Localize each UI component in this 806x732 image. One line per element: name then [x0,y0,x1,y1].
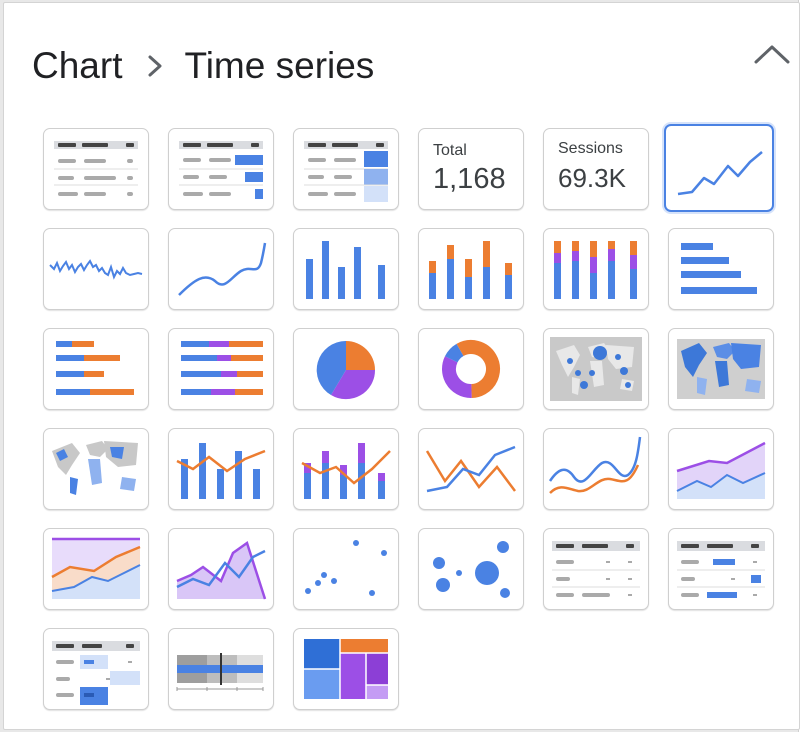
bullet-chart-icon [176,653,264,691]
chart-type-bubble-chart[interactable] [418,528,524,610]
pivot-table-bars-icon [677,541,765,598]
chart-type-area-chart[interactable] [668,428,774,510]
chart-type-sparkline[interactable] [43,228,149,310]
scorecard-value: 69.3K [558,163,626,193]
chart-type-pivot-table-with-bars[interactable] [668,528,774,610]
pivot-table-heatmap-icon [52,641,140,705]
chart-type-pie-chart[interactable] [293,328,399,410]
chart-type-table[interactable] [43,128,149,210]
bubble-chart-icon [433,541,510,598]
stacked-percent-column-chart-icon [554,241,637,299]
scorecard-label: Sessions [558,140,623,157]
stacked-bar-chart-icon [56,341,134,395]
chevron-right-icon [146,53,164,79]
chevron-up-icon [753,43,791,70]
smoothed-line-chart-icon [548,436,642,494]
breadcrumb-current: Time series [184,45,375,86]
donut-chart-icon [441,340,500,398]
combo-chart-icon [176,443,266,499]
chart-type-combo-chart[interactable] [168,428,274,510]
chart-type-pivot-table[interactable] [543,528,649,610]
table-heatmap-icon [304,141,388,202]
pivot-table-icon [552,541,640,597]
area-chart-icon [676,441,766,499]
treemap-icon [304,639,388,699]
chart-type-scorecard-compact[interactable]: Sessions 69.3K [543,128,649,210]
chart-type-pivot-table-with-heatmap[interactable] [43,628,149,710]
stacked-combo-chart-icon [301,443,391,499]
scorecard-value: 1,168 [433,163,506,195]
chart-type-stacked-combo-chart[interactable] [293,428,399,510]
scatter-chart-icon [305,540,387,596]
column-chart-icon [306,241,385,299]
stacked-area-chart-icon [51,537,141,599]
chart-type-bullet-chart[interactable] [168,628,274,710]
line-chart-icon [425,445,516,493]
geo-chart-icon [52,441,138,495]
chart-type-scatter-chart[interactable] [293,528,399,610]
chart-type-donut-chart[interactable] [418,328,524,410]
smoothed-time-series-icon [178,242,267,296]
sparkline-icon [49,259,143,280]
chart-type-smoothed-line-chart[interactable] [543,428,649,510]
chart-type-stacked-area-chart[interactable] [43,528,149,610]
table-icon [54,141,138,196]
scorecard-label: Total [433,142,467,159]
chart-type-stacked-bar-chart[interactable] [43,328,149,410]
chart-type-100-percent-stacked-column-chart[interactable] [543,228,649,310]
chart-type-bar-chart[interactable] [668,228,774,310]
breadcrumb-parent[interactable]: Chart [32,45,122,87]
chart-type-100-percent-stacked-bar-chart[interactable] [168,328,274,410]
chart-type-treemap[interactable] [293,628,399,710]
chart-type-line-chart[interactable] [418,428,524,510]
time-series-icon [677,151,763,196]
filled-map-icon [677,339,765,399]
chart-picker-panel: Chart Time series Total 1,168 Sessions 6… [3,2,800,730]
stacked-percent-bar-chart-icon [181,341,263,395]
stacked-percent-area-chart-icon [176,540,267,600]
chart-type-100-percent-stacked-area-chart[interactable] [168,528,274,610]
chart-type-time-series[interactable] [664,124,774,212]
bubble-map-icon [550,337,642,401]
chart-type-column-chart[interactable] [293,228,399,310]
collapse-button[interactable] [750,39,794,73]
chart-type-table-with-bars[interactable] [168,128,274,210]
chart-type-table-with-heatmap[interactable] [293,128,399,210]
chart-type-scorecard[interactable]: Total 1,168 [418,128,524,210]
bar-chart-icon [681,243,757,294]
chart-type-geo-chart[interactable] [43,428,149,510]
breadcrumb: Chart Time series [32,41,374,91]
stacked-column-chart-icon [429,241,512,299]
pie-chart-icon [316,340,376,400]
chart-type-bubble-map[interactable] [543,328,649,410]
chart-type-smoothed-time-series[interactable] [168,228,274,310]
chart-type-stacked-column-chart[interactable] [418,228,524,310]
chart-type-filled-map[interactable] [668,328,774,410]
table-bars-icon [179,141,263,199]
